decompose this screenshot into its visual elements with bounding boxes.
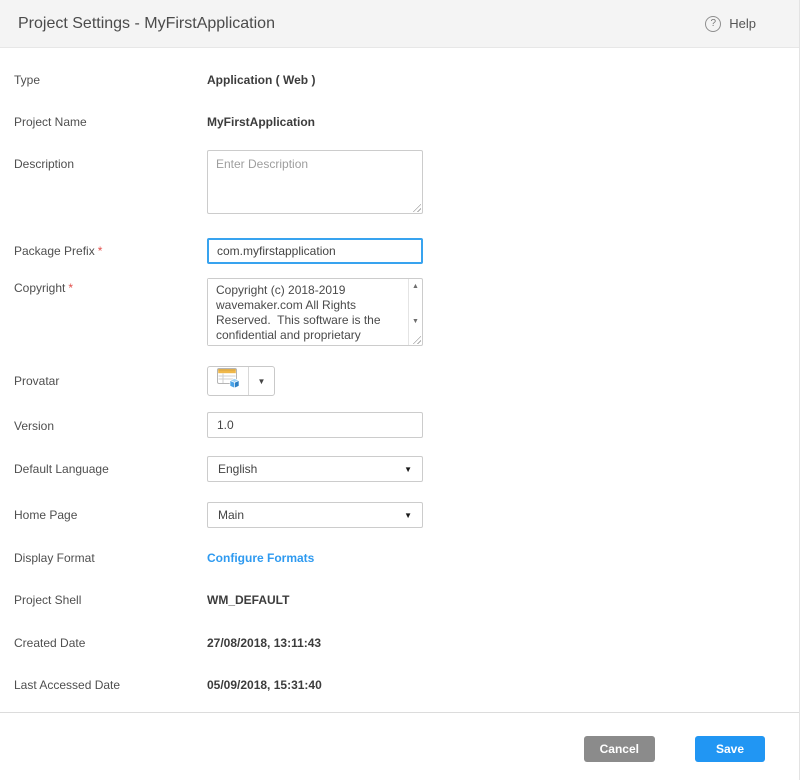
provatar-dropdown-button[interactable]: ▼ (249, 367, 274, 395)
default-language-selected-value: English (218, 462, 257, 476)
package-prefix-label-text: Package Prefix (14, 244, 95, 258)
cancel-button[interactable]: Cancel (584, 736, 655, 762)
row-package-prefix: Package Prefix* (14, 238, 799, 264)
home-page-label: Home Page (14, 502, 207, 523)
copyright-label-text: Copyright (14, 281, 65, 295)
last-accessed-date-label: Last Accessed Date (14, 678, 207, 693)
project-shell-label: Project Shell (14, 593, 207, 608)
caret-down-icon: ▼ (404, 465, 412, 474)
version-input[interactable] (207, 412, 423, 438)
display-format-label: Display Format (14, 551, 207, 566)
help-icon: ? (705, 16, 721, 32)
required-asterisk: * (68, 281, 73, 295)
row-copyright: Copyright* Copyright (c) 2018-2019 wavem… (14, 278, 799, 346)
scrollbar-down-icon[interactable]: ▼ (412, 318, 419, 326)
copyright-field-wrap: Copyright (c) 2018-2019 wavemaker.com Al… (207, 278, 423, 346)
caret-down-icon: ▼ (258, 377, 266, 386)
settings-form: Type Application ( Web ) Project Name My… (0, 48, 799, 713)
package-prefix-label: Package Prefix* (14, 238, 207, 259)
row-project-name: Project Name MyFirstApplication (14, 115, 799, 130)
help-label: Help (729, 16, 756, 31)
default-language-label: Default Language (14, 456, 207, 477)
row-home-page: Home Page Main ▼ (14, 502, 799, 528)
row-display-format: Display Format Configure Formats (14, 551, 799, 566)
dialog-header: Project Settings - MyFirstApplication ? … (0, 0, 799, 48)
project-settings-dialog: { "header": { "title": "Project Settings… (0, 0, 800, 780)
dialog-footer: Cancel Save (0, 713, 799, 780)
last-accessed-date-value: 05/09/2018, 15:31:40 (207, 678, 322, 693)
project-name-value: MyFirstApplication (207, 115, 315, 130)
version-label: Version (14, 412, 207, 434)
row-created-date: Created Date 27/08/2018, 13:11:43 (14, 636, 799, 651)
save-button[interactable]: Save (695, 736, 765, 762)
project-name-label: Project Name (14, 115, 207, 130)
home-page-selected-value: Main (218, 508, 244, 522)
scrollbar-up-icon[interactable]: ▲ (412, 283, 419, 291)
description-textarea[interactable] (207, 150, 423, 214)
provatar-current-button[interactable] (208, 367, 249, 395)
type-label: Type (14, 73, 207, 88)
row-last-accessed-date: Last Accessed Date 05/09/2018, 15:31:40 (14, 678, 799, 693)
home-page-select[interactable]: Main ▼ (207, 502, 423, 528)
created-date-value: 27/08/2018, 13:11:43 (207, 636, 321, 651)
dialog-title: Project Settings - MyFirstApplication (18, 15, 275, 33)
row-description: Description (14, 150, 799, 214)
description-label: Description (14, 150, 207, 172)
row-default-language: Default Language English ▼ (14, 456, 799, 482)
row-project-shell: Project Shell WM_DEFAULT (14, 593, 799, 608)
provatar-split-button[interactable]: ▼ (207, 366, 275, 396)
copyright-textarea[interactable]: Copyright (c) 2018-2019 wavemaker.com Al… (208, 279, 408, 345)
package-prefix-input[interactable] (207, 238, 423, 264)
default-language-select[interactable]: English ▼ (207, 456, 423, 482)
row-type: Type Application ( Web ) (14, 73, 799, 88)
project-shell-value: WM_DEFAULT (207, 593, 289, 608)
description-field-wrap (207, 150, 423, 214)
configure-formats-link[interactable]: Configure Formats (207, 551, 314, 566)
row-provatar: Provatar (14, 366, 799, 396)
row-version: Version (14, 412, 799, 438)
caret-down-icon: ▼ (404, 511, 412, 520)
provatar-label: Provatar (14, 366, 207, 389)
provatar-table-icon (216, 367, 241, 395)
type-value: Application ( Web ) (207, 73, 315, 88)
help-button[interactable]: ? Help (705, 16, 756, 32)
required-asterisk: * (98, 244, 103, 258)
created-date-label: Created Date (14, 636, 207, 651)
copyright-label: Copyright* (14, 278, 207, 296)
